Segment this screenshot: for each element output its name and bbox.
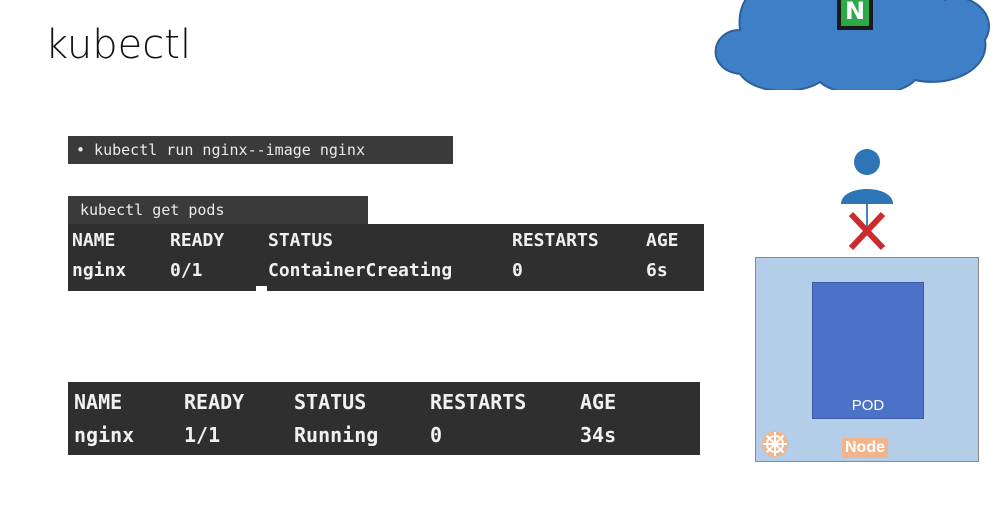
header-ready: READY xyxy=(170,230,225,251)
header-restarts: RESTARTS xyxy=(512,230,599,251)
row-ready: 1/1 xyxy=(184,423,221,447)
header-age: AGE xyxy=(580,390,617,414)
node-label: Node xyxy=(842,438,888,458)
terminal-cursor xyxy=(256,286,267,292)
header-status: STATUS xyxy=(294,390,367,414)
user-icon xyxy=(841,149,893,251)
nginx-logo-icon: N xyxy=(837,0,873,30)
row-restarts: 0 xyxy=(430,423,443,447)
row-restarts: 0 xyxy=(512,260,523,281)
header-ready: READY xyxy=(184,390,245,414)
header-restarts: RESTARTS xyxy=(430,390,527,414)
header-name: NAME xyxy=(72,230,116,251)
terminal-output-pending: NAME READY STATUS RESTARTS AGE nginx 0/1… xyxy=(68,224,704,291)
row-name: nginx xyxy=(72,260,127,281)
page-title: kubectl xyxy=(45,22,192,68)
header-name: NAME xyxy=(74,390,123,414)
terminal-command-title: kubectl get pods xyxy=(68,196,368,224)
header-age: AGE xyxy=(646,230,679,251)
row-age: 34s xyxy=(580,423,617,447)
run-command: • kubectl run nginx--image nginx xyxy=(68,136,453,164)
row-name: nginx xyxy=(74,423,135,447)
node-box: POD Node xyxy=(755,257,979,462)
cloud-icon: N xyxy=(714,0,990,90)
terminal-output-running: NAME READY STATUS RESTARTS AGE nginx 1/1… xyxy=(68,382,700,455)
row-ready: 0/1 xyxy=(170,260,203,281)
pod-label: POD xyxy=(851,397,885,414)
header-status: STATUS xyxy=(268,230,334,251)
nginx-logo-letter: N xyxy=(845,0,865,25)
row-status: Running xyxy=(294,423,379,447)
row-status: ContainerCreating xyxy=(268,260,453,281)
pod-box: POD xyxy=(812,282,924,419)
kubernetes-wheel-icon xyxy=(762,431,788,457)
row-age: 6s xyxy=(646,260,668,281)
